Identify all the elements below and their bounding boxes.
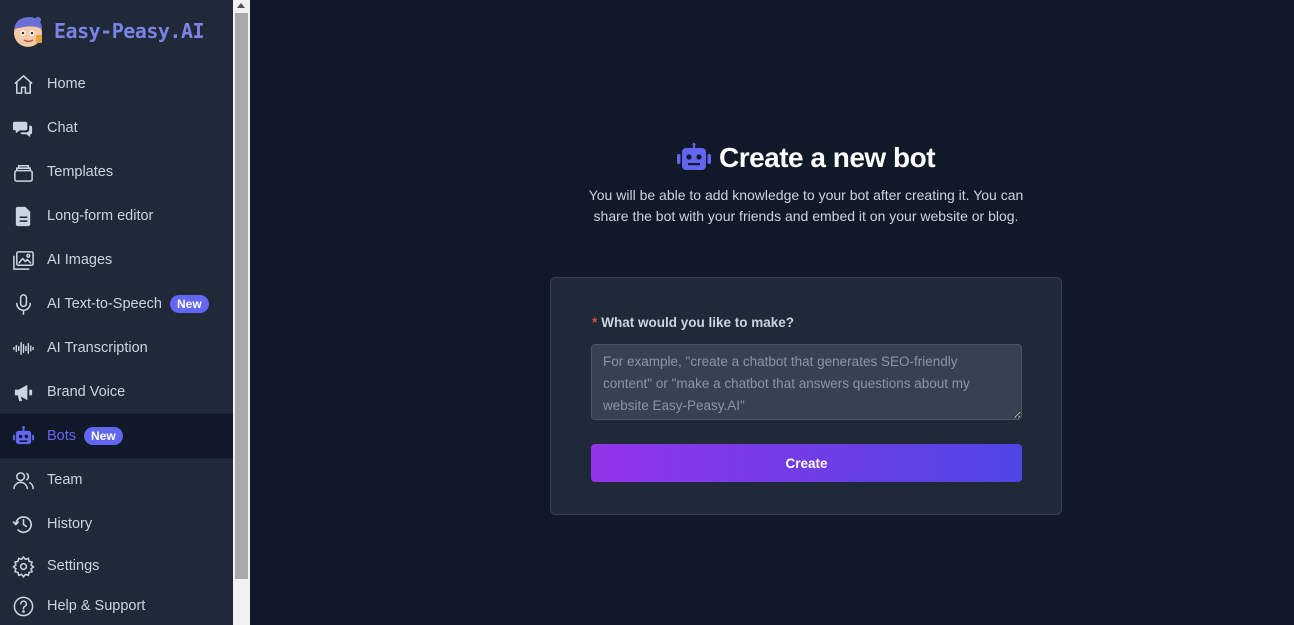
sidebar-item-label: Chat bbox=[47, 120, 78, 136]
required-mark: * bbox=[592, 315, 598, 330]
home-icon bbox=[14, 74, 33, 94]
images-icon bbox=[13, 250, 34, 270]
sidebar-item-history[interactable]: History bbox=[0, 502, 233, 546]
gear-icon bbox=[12, 555, 35, 578]
microphone-icon bbox=[16, 293, 31, 315]
sidebar-item-chat[interactable]: Chat bbox=[0, 106, 233, 150]
new-badge: New bbox=[170, 295, 209, 313]
sidebar-item-ai-text-to-speech[interactable]: AI Text-to-Speech New bbox=[0, 282, 233, 326]
page-title: Create a new bot bbox=[718, 142, 936, 173]
sidebar-item-brand-voice[interactable]: Brand Voice bbox=[0, 370, 233, 414]
sidebar-item-label: Team bbox=[47, 472, 83, 488]
sidebar-item-label: Home bbox=[47, 76, 86, 92]
sidebar: Easy-Peasy.AI Home Chat Templates Long-f… bbox=[0, 0, 233, 625]
robot-icon bbox=[676, 143, 711, 170]
help-icon bbox=[13, 596, 34, 616]
sidebar-item-label: Help & Support bbox=[47, 598, 146, 614]
sidebar-item-help-support[interactable]: Help & Support bbox=[0, 586, 233, 625]
sidebar-item-label: AI Text-to-Speech bbox=[47, 296, 162, 312]
sidebar-item-label: AI Transcription bbox=[47, 340, 148, 356]
sidebar-item-bots[interactable]: Bots New bbox=[0, 414, 233, 458]
sidebar-scrollbar[interactable] bbox=[233, 0, 250, 625]
mascot-logo-icon bbox=[14, 17, 42, 47]
history-icon bbox=[12, 515, 32, 533]
prompt-label: * What would you like to make? bbox=[592, 315, 794, 330]
templates-icon bbox=[14, 164, 33, 182]
sidebar-item-label: Settings bbox=[47, 558, 100, 574]
sidebar-item-label: Bots bbox=[47, 428, 77, 444]
create-button[interactable]: Create bbox=[591, 444, 1022, 482]
sidebar-item-label: History bbox=[47, 516, 93, 532]
sidebar-item-label: Long-form editor bbox=[47, 208, 154, 224]
bot-description-input[interactable] bbox=[591, 344, 1022, 420]
prompt-label-text: What would you like to make? bbox=[601, 315, 795, 330]
sidebar-item-ai-transcription[interactable]: AI Transcription bbox=[0, 326, 233, 370]
megaphone-icon bbox=[14, 384, 33, 401]
sidebar-item-label: Templates bbox=[47, 164, 114, 180]
sidebar-item-label: AI Images bbox=[47, 252, 113, 268]
sidebar-item-label: Brand Voice bbox=[47, 384, 126, 400]
team-icon bbox=[13, 471, 34, 489]
sidebar-item-long-form-editor[interactable]: Long-form editor bbox=[0, 194, 233, 238]
page-subtitle: You will be able to add knowledge to you… bbox=[588, 187, 1024, 224]
chat-icon bbox=[12, 121, 33, 137]
sidebar-item-home[interactable]: Home bbox=[0, 62, 233, 106]
logo[interactable]: Easy-Peasy.AI bbox=[0, 0, 233, 62]
scroll-up-arrow-icon[interactable] bbox=[237, 3, 245, 8]
scrollbar-thumb[interactable] bbox=[235, 13, 248, 579]
create-bot-form: *What would you like to make? Create bbox=[550, 277, 1062, 515]
page-heading: Create a new bot bbox=[250, 142, 1294, 174]
brand-name: Easy-Peasy.AI bbox=[54, 19, 205, 43]
sidebar-item-team[interactable]: Team bbox=[0, 458, 233, 502]
sidebar-nav: Home Chat Templates Long-form editor AI … bbox=[0, 62, 233, 625]
new-badge: New bbox=[84, 427, 123, 445]
robot-icon bbox=[12, 425, 35, 444]
sidebar-item-ai-images[interactable]: AI Images bbox=[0, 238, 233, 282]
sidebar-item-templates[interactable]: Templates bbox=[0, 150, 233, 194]
waveform-icon bbox=[13, 341, 34, 355]
sidebar-item-settings[interactable]: Settings bbox=[0, 546, 233, 586]
document-icon bbox=[15, 206, 31, 226]
main-content: Create a new bot You will be able to add… bbox=[250, 0, 1294, 625]
